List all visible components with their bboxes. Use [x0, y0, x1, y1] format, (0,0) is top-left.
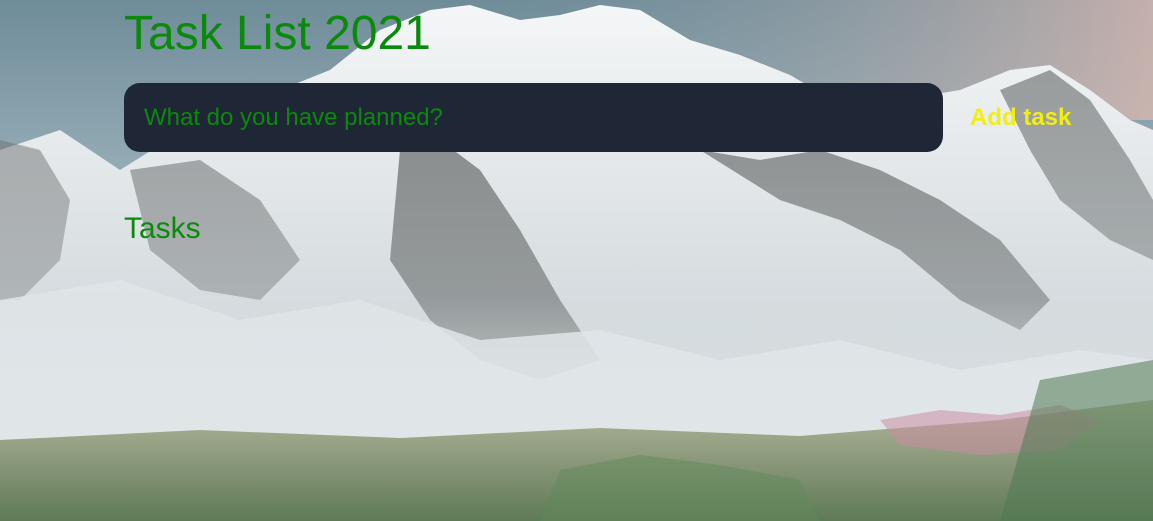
app-container: Task List 2021 Add task Tasks	[0, 0, 1153, 521]
new-task-input[interactable]	[124, 83, 943, 152]
new-task-form: Add task	[124, 83, 1084, 152]
add-task-button[interactable]: Add task	[960, 83, 1084, 152]
page-title: Task List 2021	[124, 7, 431, 60]
tasks-heading: Tasks	[124, 212, 201, 245]
